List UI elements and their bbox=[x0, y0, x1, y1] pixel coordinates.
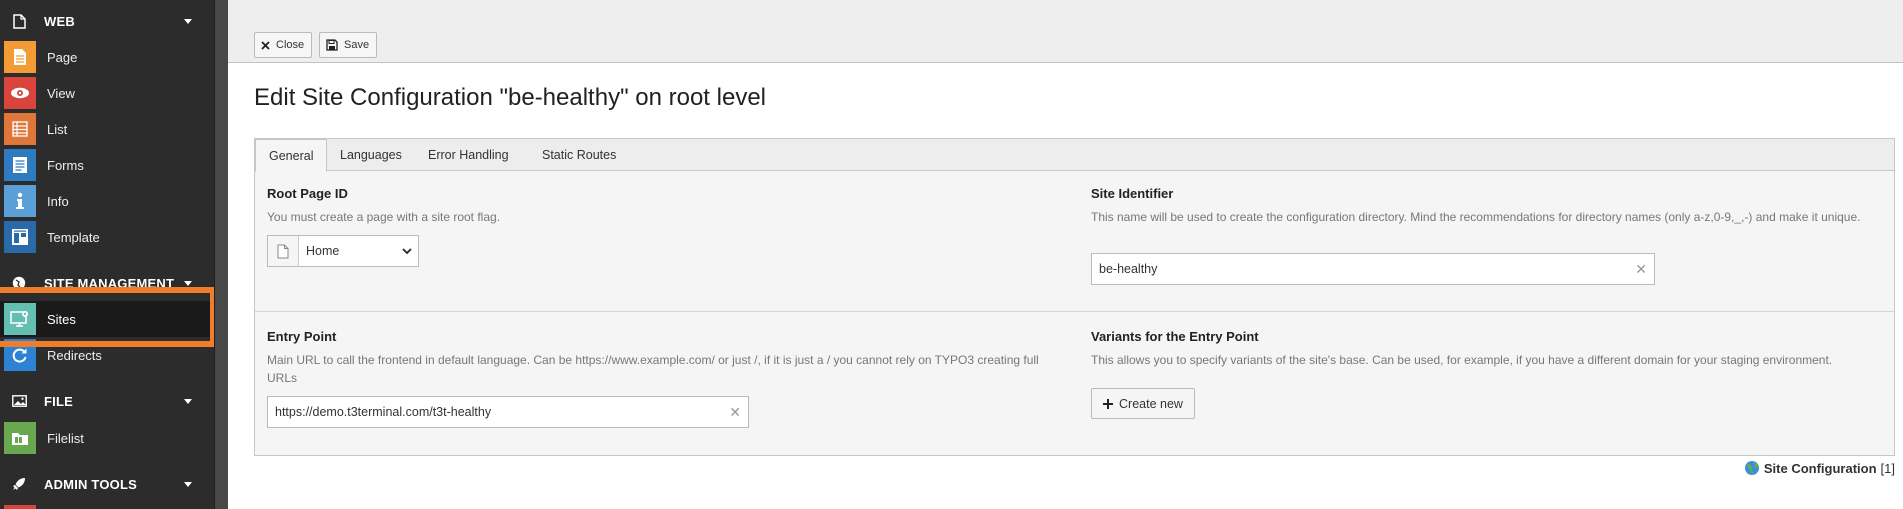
module-label: Forms bbox=[47, 157, 84, 173]
entry-point-value: https://demo.t3terminal.com/t3t-healthy bbox=[275, 405, 492, 419]
chevron-down-icon bbox=[396, 236, 418, 266]
module-info[interactable]: Info bbox=[0, 183, 214, 219]
page-title: Edit Site Configuration "be-healthy" on … bbox=[254, 84, 767, 111]
template-icon bbox=[4, 221, 36, 253]
entry-point-input[interactable]: https://demo.t3terminal.com/t3t-healthy … bbox=[267, 396, 749, 428]
save-button[interactable]: Save bbox=[319, 32, 378, 58]
chevron-down-icon[interactable] bbox=[184, 18, 192, 24]
row-divider bbox=[255, 311, 1894, 312]
module-forms[interactable]: Forms bbox=[0, 147, 214, 183]
globe-icon bbox=[11, 275, 27, 291]
module-label: List bbox=[47, 121, 68, 137]
page-module-icon bbox=[4, 41, 36, 73]
rocket-icon bbox=[11, 476, 27, 492]
filelist-icon bbox=[4, 422, 36, 454]
group-admin-tools[interactable]: ADMIN TOOLS bbox=[0, 466, 214, 502]
group-label: ADMIN TOOLS bbox=[44, 476, 137, 492]
close-icon bbox=[261, 40, 270, 50]
redirect-icon bbox=[4, 339, 36, 371]
info-icon bbox=[4, 185, 36, 217]
document-icon bbox=[11, 13, 27, 29]
group-label: SITE MANAGEMENT bbox=[44, 275, 175, 291]
site-identifier-label: Site Identifier bbox=[1091, 186, 1174, 201]
module-icon-partial bbox=[4, 505, 36, 509]
module-redirects[interactable]: Redirects bbox=[0, 337, 214, 373]
group-web[interactable]: WEB bbox=[0, 3, 214, 39]
form-icon bbox=[4, 149, 36, 181]
record-reference: Site Configuration [1] bbox=[1744, 460, 1895, 476]
site-identifier-input[interactable]: be-healthy ✕ bbox=[1091, 253, 1655, 285]
save-icon bbox=[326, 39, 338, 51]
entry-point-description: Main URL to call the frontend in default… bbox=[267, 353, 1039, 385]
list-icon bbox=[4, 113, 36, 145]
site-identifier-value: be-healthy bbox=[1099, 262, 1158, 276]
root-page-select-value: Home bbox=[306, 244, 340, 258]
globe-icon bbox=[1744, 460, 1760, 476]
chevron-down-icon[interactable] bbox=[184, 280, 192, 286]
module-label: Info bbox=[47, 193, 69, 209]
plus-icon bbox=[1103, 398, 1114, 409]
tab-languages[interactable]: Languages bbox=[327, 139, 415, 171]
sidebar-scrollbar[interactable] bbox=[214, 0, 228, 509]
clear-icon[interactable]: ✕ bbox=[729, 404, 741, 421]
module-template[interactable]: Template bbox=[0, 219, 214, 255]
group-site-management[interactable]: SITE MANAGEMENT bbox=[0, 265, 214, 301]
tab-error-handling[interactable]: Error Handling bbox=[415, 139, 522, 171]
image-icon bbox=[11, 393, 27, 409]
page-icon bbox=[268, 236, 299, 266]
tab-bar: General Languages Error Handling Static … bbox=[255, 139, 1894, 172]
record-count: [1] bbox=[1880, 460, 1895, 476]
eye-icon bbox=[4, 77, 36, 109]
module-menu: WEB Page View List Forms Info Template S… bbox=[0, 0, 214, 509]
close-button-label: Close bbox=[276, 39, 305, 51]
module-view[interactable]: View bbox=[0, 75, 214, 111]
site-identifier-description: This name will be used to create the con… bbox=[1091, 210, 1861, 224]
module-label: Sites bbox=[47, 311, 76, 327]
module-label: View bbox=[47, 85, 75, 101]
save-button-label: Save bbox=[344, 39, 370, 51]
root-page-id-description: You must create a page with a site root … bbox=[267, 210, 501, 224]
module-label: Template bbox=[47, 229, 100, 245]
module-label: Page bbox=[47, 49, 78, 65]
group-label: WEB bbox=[44, 13, 75, 29]
module-page[interactable]: Page bbox=[0, 39, 214, 75]
sites-icon bbox=[4, 303, 36, 335]
tab-static-routes[interactable]: Static Routes bbox=[529, 139, 629, 171]
variants-label: Variants for the Entry Point bbox=[1091, 329, 1259, 344]
chevron-down-icon[interactable] bbox=[184, 398, 192, 404]
root-page-select[interactable]: Home bbox=[267, 235, 419, 267]
module-list[interactable]: List bbox=[0, 111, 214, 147]
entry-point-label: Entry Point bbox=[267, 329, 337, 344]
record-type-label: Site Configuration bbox=[1763, 460, 1877, 476]
group-label: FILE bbox=[44, 393, 73, 409]
module-label: Redirects bbox=[47, 347, 102, 363]
tab-general[interactable]: General bbox=[255, 139, 328, 172]
create-new-label: Create new bbox=[1119, 396, 1183, 411]
variants-description: This allows you to specify variants of t… bbox=[1091, 353, 1833, 367]
module-sites[interactable]: Sites bbox=[0, 301, 214, 337]
group-file[interactable]: FILE bbox=[0, 383, 214, 419]
doc-header: Close Save bbox=[228, 0, 1903, 63]
close-button[interactable]: Close bbox=[254, 32, 313, 58]
clear-icon[interactable]: ✕ bbox=[1635, 261, 1647, 278]
create-new-button[interactable]: Create new bbox=[1091, 388, 1195, 419]
chevron-down-icon[interactable] bbox=[184, 481, 192, 487]
form-panel: General Languages Error Handling Static … bbox=[254, 138, 1895, 456]
module-label: Filelist bbox=[47, 430, 84, 446]
root-page-id-label: Root Page ID bbox=[267, 186, 348, 201]
module-filelist[interactable]: Filelist bbox=[0, 420, 214, 456]
